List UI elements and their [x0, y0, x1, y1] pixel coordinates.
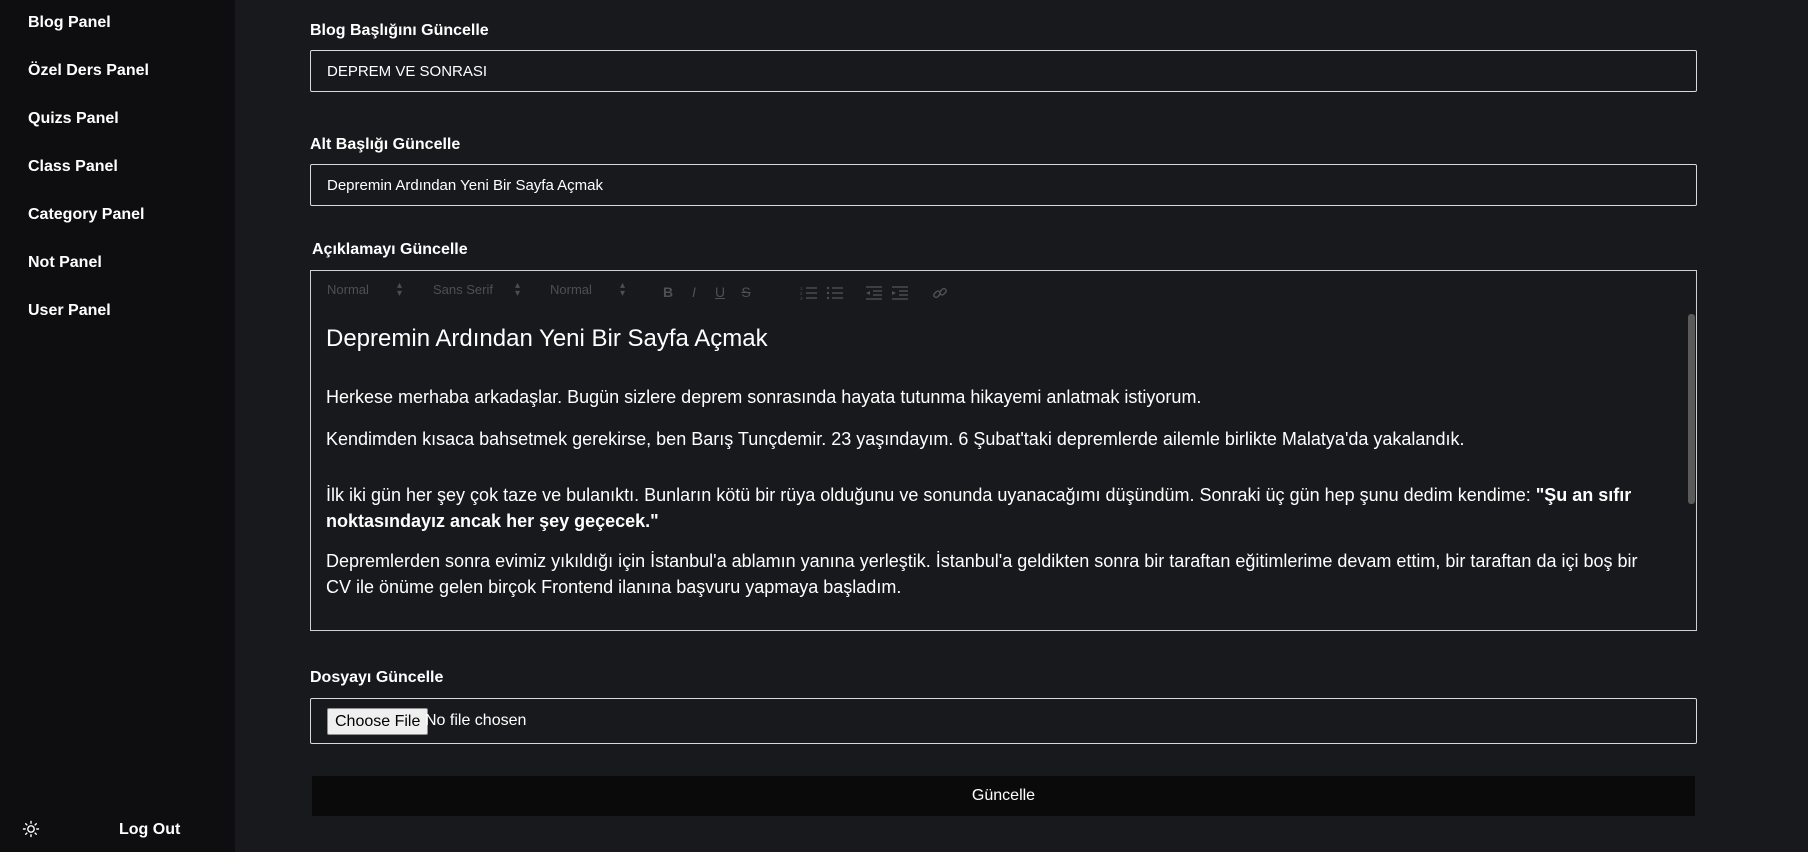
logout-button[interactable]: Log Out [119, 821, 180, 839]
sun-icon[interactable] [22, 820, 40, 838]
title-input[interactable] [310, 50, 1697, 92]
size-picker[interactable]: Normal ▴ ▾ [550, 281, 625, 299]
ordered-list-icon[interactable]: 123 [799, 282, 819, 302]
heading-picker[interactable]: Normal ▴ ▾ [327, 281, 402, 299]
update-button[interactable]: Güncelle [312, 776, 1695, 816]
editor-paragraph: Herkese merhaba arkadaşlar. Bugün sizler… [326, 387, 1202, 407]
description-editor[interactable]: Depremin Ardından Yeni Bir Sayfa Açmak H… [310, 310, 1697, 631]
bullet-list-icon[interactable] [825, 282, 845, 302]
underline-icon[interactable]: U [710, 282, 730, 302]
italic-icon[interactable]: I [684, 282, 704, 302]
editor-heading: Depremin Ardından Yeni Bir Sayfa Açmak [326, 325, 768, 352]
choose-file-button[interactable]: Choose File [327, 708, 429, 735]
file-label: Dosyayı Güncelle [310, 669, 444, 686]
chevron-updown-icon: ▴ ▾ [620, 280, 626, 299]
blog-edit-form: Blog Başlığını Güncelle Alt Başlığı Günc… [235, 0, 1808, 852]
sidebar-footer: Log Out [0, 808, 235, 852]
outdent-icon[interactable] [864, 282, 884, 302]
editor-scrollbar[interactable] [1688, 314, 1695, 504]
subtitle-input[interactable] [310, 164, 1697, 206]
sidebar-item-blog-panel[interactable]: Blog Panel [28, 13, 111, 33]
sidebar-item-user-panel[interactable]: User Panel [28, 301, 111, 321]
description-label: Açıklamayı Güncelle [312, 241, 468, 258]
file-status: No file chosen [425, 712, 527, 729]
editor-paragraph: Kendimden kısaca bahsetmek gerekirse, be… [326, 429, 1465, 449]
heading-picker-value: Normal [327, 282, 369, 297]
chevron-updown-icon: ▴ ▾ [515, 280, 521, 299]
svg-text:3: 3 [800, 296, 803, 300]
sidebar-item-category-panel[interactable]: Category Panel [28, 205, 144, 225]
title-label: Blog Başlığını Güncelle [310, 22, 489, 39]
font-picker[interactable]: Sans Serif ▴ ▾ [433, 281, 520, 299]
sidebar-item-not-panel[interactable]: Not Panel [28, 253, 102, 273]
file-input[interactable]: Choose File No file chosen [310, 698, 1697, 744]
chevron-updown-icon: ▴ ▾ [397, 280, 403, 299]
sidebar-item-quizs-panel[interactable]: Quizs Panel [28, 109, 119, 129]
size-picker-value: Normal [550, 282, 592, 297]
indent-icon[interactable] [890, 282, 910, 302]
bold-icon[interactable]: B [658, 282, 678, 302]
editor-paragraph: İlk iki gün her şey çok taze ve bulanıkt… [326, 482, 1666, 534]
link-icon[interactable] [930, 282, 950, 302]
sidebar: Blog Panel Özel Ders Panel Quizs Panel C… [0, 0, 235, 852]
sidebar-item-ozel-ders-panel[interactable]: Özel Ders Panel [28, 61, 149, 81]
editor-toolbar: Normal ▴ ▾ Sans Serif ▴ ▾ Normal ▴ ▾ B I U … [310, 270, 1697, 311]
editor-paragraph-text: İlk iki gün her şey çok taze ve bulanıkt… [326, 485, 1536, 505]
font-picker-value: Sans Serif [433, 282, 493, 297]
editor-paragraph: Depremlerden sonra evimiz yıkıldığı için… [326, 551, 1638, 597]
sidebar-item-class-panel[interactable]: Class Panel [28, 157, 118, 177]
strike-icon[interactable]: S [736, 282, 756, 302]
subtitle-label: Alt Başlığı Güncelle [310, 136, 461, 153]
